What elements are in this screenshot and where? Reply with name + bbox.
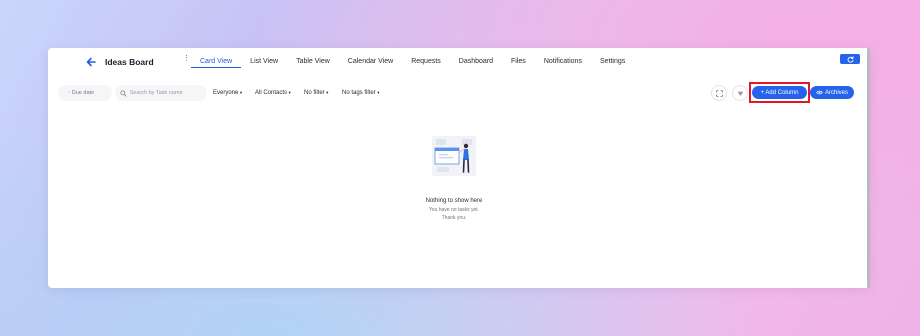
tags-label: No tags filter: [342, 90, 376, 96]
sort-button[interactable]: [732, 85, 748, 101]
search-icon: [120, 90, 127, 97]
tab-requests[interactable]: Requests: [402, 48, 450, 68]
view-tabs: Card View List View Table View Calendar …: [191, 48, 634, 68]
eye-icon: [816, 90, 823, 95]
app-window: Ideas Board ⋮ Card View List View Table …: [48, 48, 870, 288]
tab-files[interactable]: Files: [502, 48, 535, 68]
chevron-down-icon: ▾: [377, 90, 380, 95]
tab-card-view[interactable]: Card View: [191, 48, 242, 68]
chevron-down-icon: ▾: [288, 90, 291, 95]
scrollbar[interactable]: [867, 48, 870, 288]
expand-icon: [715, 89, 723, 97]
tags-dropdown[interactable]: No tags filter ▾: [342, 85, 379, 101]
empty-state-thanks: Thank you.: [441, 215, 467, 221]
chevron-down-icon: ▾: [326, 90, 329, 95]
filter-bar: ▫ Due date Everyone ▾ All Contacts ▾ No …: [48, 82, 870, 103]
filter-label: No filter: [304, 90, 325, 96]
refresh-button[interactable]: [840, 54, 860, 64]
tab-list-view[interactable]: List View: [241, 48, 287, 68]
back-arrow-icon[interactable]: [85, 56, 97, 68]
tab-dashboard[interactable]: Dashboard: [450, 48, 502, 68]
archives-label: Archives: [824, 89, 848, 96]
page-title: Ideas Board: [105, 57, 154, 67]
search-box[interactable]: [115, 85, 207, 101]
due-date-icon: ▫: [68, 90, 70, 96]
assignee-dropdown[interactable]: Everyone ▾: [213, 85, 242, 101]
search-input[interactable]: [129, 90, 207, 96]
filter-dropdown[interactable]: No filter ▾: [304, 85, 328, 101]
contacts-label: All Contacts: [255, 90, 288, 96]
empty-state-title: Nothing to show here: [425, 198, 483, 204]
archives-button[interactable]: Archives: [810, 86, 854, 99]
empty-state-illustration: [432, 136, 476, 176]
chevron-down-icon: ▾: [239, 90, 243, 95]
refresh-icon: [847, 55, 853, 63]
tab-table-view[interactable]: Table View: [287, 48, 339, 68]
tab-calendar-view[interactable]: Calendar View: [339, 48, 402, 68]
fullscreen-button[interactable]: [711, 85, 727, 101]
contacts-dropdown[interactable]: All Contacts ▾: [255, 85, 291, 101]
due-date-filter[interactable]: ▫ Due date: [58, 85, 112, 101]
highlight-box: [749, 82, 810, 103]
tab-notifications[interactable]: Notifications: [535, 48, 591, 68]
more-options-icon[interactable]: ⋮: [183, 55, 190, 62]
tab-settings[interactable]: Settings: [591, 48, 634, 68]
empty-state-subtitle: You have no tasks yet.: [428, 207, 480, 213]
due-date-label: Due date: [71, 90, 95, 96]
assignee-label: Everyone: [213, 90, 239, 96]
sort-icon: [737, 91, 743, 95]
